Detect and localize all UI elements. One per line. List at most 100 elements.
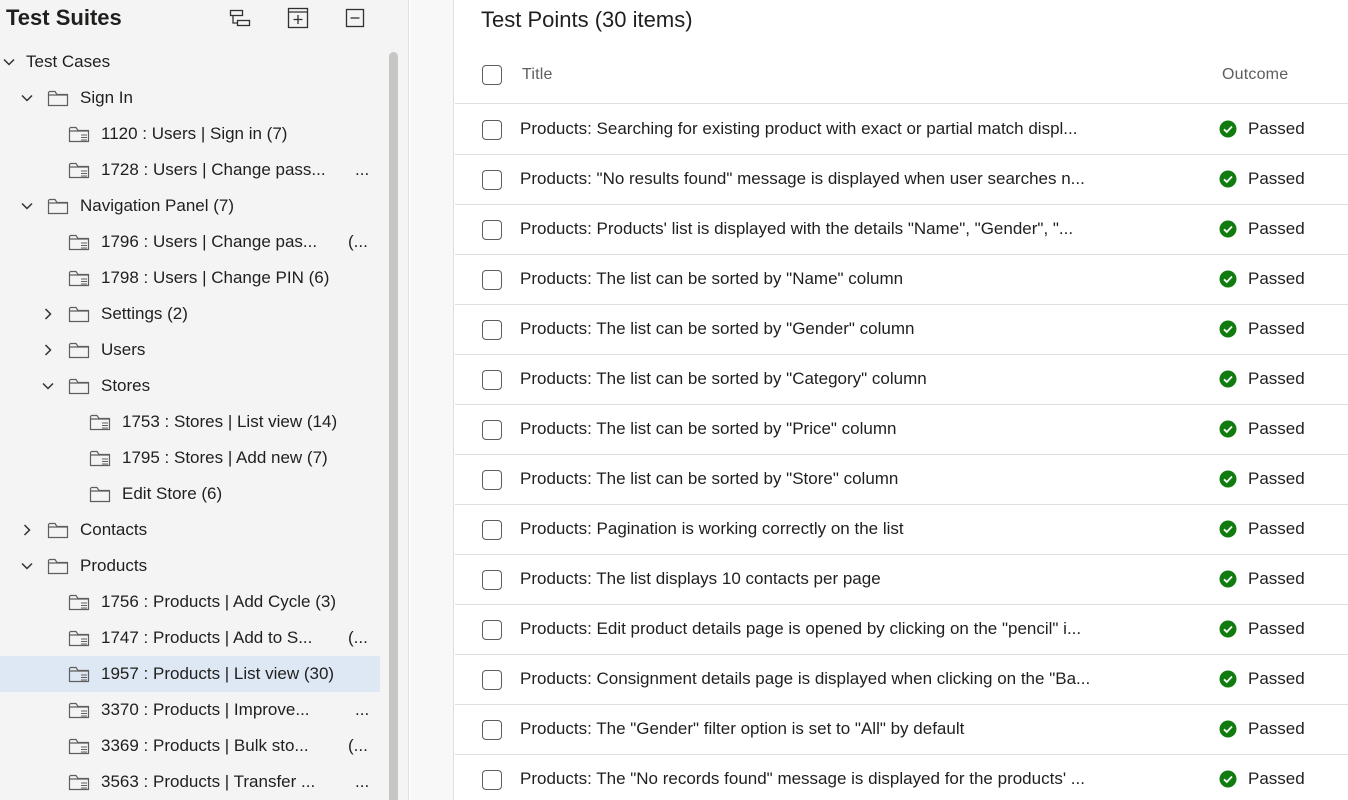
table-row[interactable]: Products: "No results found" message is … xyxy=(455,155,1348,205)
table-row[interactable]: Products: Pagination is working correctl… xyxy=(455,505,1348,555)
tree-item[interactable]: 1796 : Users | Change pas... (... xyxy=(0,224,380,260)
tree-view-button[interactable] xyxy=(227,5,253,31)
chevron-right-icon[interactable] xyxy=(39,305,57,323)
tree-item[interactable]: Contacts xyxy=(0,512,380,548)
tree-item[interactable]: Navigation Panel (7) xyxy=(0,188,380,224)
test-suites-pane: Test Suites Test Cases Sign In 1120 : User… xyxy=(0,0,409,800)
collapse-all-button[interactable] xyxy=(342,5,368,31)
tree-item[interactable]: 1120 : Users | Sign in (7) xyxy=(0,116,380,152)
tree-item-label: Stores xyxy=(101,376,151,395)
chevron-down-icon[interactable] xyxy=(18,557,36,575)
test-point-title[interactable]: Products: The list can be sorted by "Nam… xyxy=(520,269,1180,289)
column-header-outcome[interactable]: Outcome xyxy=(1222,66,1288,84)
test-point-title[interactable]: Products: The list can be sorted by "Sto… xyxy=(520,469,1180,489)
test-point-title[interactable]: Products: The list can be sorted by "Pri… xyxy=(520,419,1180,439)
test-point-title[interactable]: Products: Products' list is displayed wi… xyxy=(520,219,1180,239)
row-checkbox[interactable] xyxy=(482,670,502,690)
tree-item[interactable]: Products xyxy=(0,548,380,584)
row-checkbox[interactable] xyxy=(482,220,502,240)
outcome-label: Passed xyxy=(1248,519,1305,538)
chevron-down-icon[interactable] xyxy=(0,53,18,71)
outcome-cell: Passed xyxy=(1219,219,1305,239)
row-checkbox[interactable] xyxy=(482,470,502,490)
table-row[interactable]: Products: The list can be sorted by "Gen… xyxy=(455,305,1348,355)
row-checkbox[interactable] xyxy=(482,320,502,340)
test-point-title[interactable]: Products: The "Gender" filter option is … xyxy=(520,719,1180,739)
outcome-cell: Passed xyxy=(1219,719,1305,739)
table-row[interactable]: Products: Edit product details page is o… xyxy=(455,605,1348,655)
tree-item[interactable]: 3563 : Products | Transfer ...... xyxy=(0,764,380,800)
outcome-label: Passed xyxy=(1248,269,1305,288)
chevron-down-icon[interactable] xyxy=(39,377,57,395)
test-point-title[interactable]: Products: The list displays 10 contacts … xyxy=(520,569,1180,589)
tree-item-label: 1756 : Products | Add Cycle (3) xyxy=(101,592,336,611)
tree-item[interactable]: 1747 : Products | Add to S... (... xyxy=(0,620,380,656)
column-header-title[interactable]: Title xyxy=(522,66,553,84)
tree-scrollbar[interactable] xyxy=(389,52,398,800)
row-checkbox[interactable] xyxy=(482,570,502,590)
passed-check-icon xyxy=(1219,720,1237,738)
tree-item[interactable]: Edit Store (6) xyxy=(0,476,380,512)
row-checkbox[interactable] xyxy=(482,370,502,390)
test-point-title[interactable]: Products: "No results found" message is … xyxy=(520,169,1180,189)
row-checkbox[interactable] xyxy=(482,770,502,790)
chevron-down-icon[interactable] xyxy=(18,197,36,215)
expand-all-button[interactable] xyxy=(285,5,311,31)
row-checkbox[interactable] xyxy=(482,170,502,190)
passed-check-icon xyxy=(1219,120,1237,138)
row-checkbox[interactable] xyxy=(482,270,502,290)
chevron-right-icon[interactable] xyxy=(39,341,57,359)
outcome-cell: Passed xyxy=(1219,519,1305,539)
row-checkbox[interactable] xyxy=(482,620,502,640)
table-row[interactable]: Products: The list can be sorted by "Pri… xyxy=(455,405,1348,455)
row-checkbox[interactable] xyxy=(482,420,502,440)
chevron-right-icon[interactable] xyxy=(18,521,36,539)
row-checkbox[interactable] xyxy=(482,520,502,540)
table-row[interactable]: Products: The list can be sorted by "Nam… xyxy=(455,255,1348,305)
select-all-checkbox[interactable] xyxy=(482,65,502,85)
tree-item[interactable]: 3370 : Products | Improve...... xyxy=(0,692,380,728)
tree-item[interactable]: 1756 : Products | Add Cycle (3) xyxy=(0,584,380,620)
test-point-title[interactable]: Products: Consignment details page is di… xyxy=(520,669,1180,689)
outcome-label: Passed xyxy=(1248,669,1305,688)
outcome-cell: Passed xyxy=(1219,319,1305,339)
tree-item[interactable]: 1753 : Stores | List view (14) xyxy=(0,404,380,440)
table-row[interactable]: Products: The "Gender" filter option is … xyxy=(455,705,1348,755)
pane-splitter[interactable] xyxy=(410,0,454,800)
table-row[interactable]: Products: The list displays 10 contacts … xyxy=(455,555,1348,605)
tree-item[interactable]: 1957 : Products | List view (30) xyxy=(0,656,380,692)
requirement-suite-icon xyxy=(67,700,91,720)
tree-item[interactable]: Sign In xyxy=(0,80,380,116)
row-checkbox[interactable] xyxy=(482,120,502,140)
test-point-title[interactable]: Products: Searching for existing product… xyxy=(520,119,1180,139)
passed-check-icon xyxy=(1219,270,1237,288)
tree-item-label: 3369 : Products | Bulk sto... xyxy=(101,736,309,755)
tree-item[interactable]: 1728 : Users | Change pass...... xyxy=(0,152,380,188)
chevron-down-icon[interactable] xyxy=(18,89,36,107)
tree-item[interactable]: Stores xyxy=(0,368,380,404)
test-point-title[interactable]: Products: The "No records found" message… xyxy=(520,769,1180,789)
test-point-title[interactable]: Products: Pagination is working correctl… xyxy=(520,519,1180,539)
table-row[interactable]: Products: Products' list is displayed wi… xyxy=(455,205,1348,255)
test-point-title[interactable]: Products: The list can be sorted by "Gen… xyxy=(520,319,1180,339)
table-row[interactable]: Products: Consignment details page is di… xyxy=(455,655,1348,705)
test-point-title[interactable]: Products: The list can be sorted by "Cat… xyxy=(520,369,1180,389)
tree-item[interactable]: 3369 : Products | Bulk sto... (... xyxy=(0,728,380,764)
folder-icon xyxy=(46,196,70,216)
test-point-title[interactable]: Products: Edit product details page is o… xyxy=(520,619,1180,639)
outcome-cell: Passed xyxy=(1219,269,1305,289)
passed-check-icon xyxy=(1219,620,1237,638)
table-row[interactable]: Products: The list can be sorted by "Cat… xyxy=(455,355,1348,405)
tree-item[interactable]: Settings (2) xyxy=(0,296,380,332)
table-row[interactable]: Products: The "No records found" message… xyxy=(455,755,1348,800)
outcome-cell: Passed xyxy=(1219,669,1305,689)
requirement-suite-icon xyxy=(67,664,91,684)
tree-item[interactable]: Users xyxy=(0,332,380,368)
row-checkbox[interactable] xyxy=(482,720,502,740)
tree-item[interactable]: Test Cases xyxy=(0,44,380,80)
tree-item[interactable]: 1798 : Users | Change PIN (6) xyxy=(0,260,380,296)
table-row[interactable]: Products: Searching for existing product… xyxy=(455,105,1348,155)
table-row[interactable]: Products: The list can be sorted by "Sto… xyxy=(455,455,1348,505)
tree-item[interactable]: 1795 : Stores | Add new (7) xyxy=(0,440,380,476)
outcome-cell: Passed xyxy=(1219,619,1305,639)
